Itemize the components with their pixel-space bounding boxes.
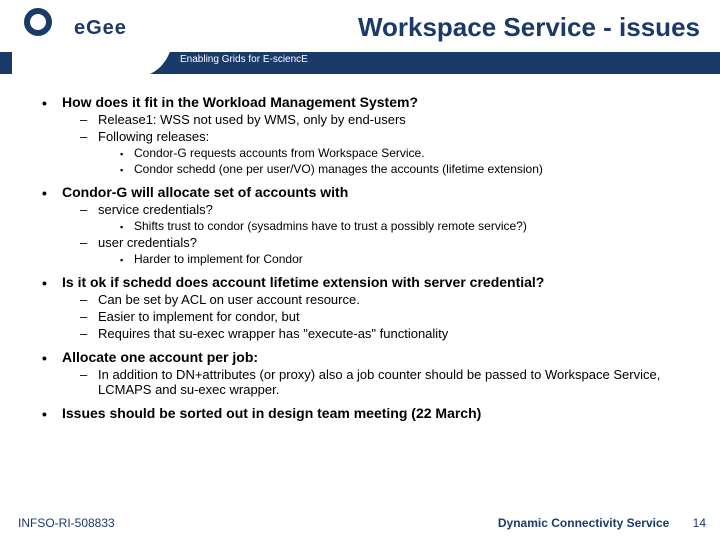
bullet-2: Condor-G will allocate set of accounts w… [42, 184, 702, 266]
bullet-2-1: service credentials? Shifts trust to con… [80, 202, 702, 233]
bullet-2-1-a: Shifts trust to condor (sysadmins have t… [120, 219, 702, 233]
bullet-4: Allocate one account per job: In additio… [42, 349, 702, 397]
bullet-2-2-a: Harder to implement for Condor [120, 252, 702, 266]
bullet-3-text: Is it ok if schedd does account lifetime… [62, 274, 544, 290]
bullet-1-text: How does it fit in the Workload Manageme… [62, 94, 418, 110]
slide: Workspace Service - issues Enabling Grid… [0, 0, 720, 540]
logo-text: eGee [74, 17, 127, 40]
bullet-1-2-b: Condor schedd (one per user/VO) manages … [120, 162, 702, 176]
header: Workspace Service - issues Enabling Grid… [0, 0, 720, 78]
slide-title: Workspace Service - issues [358, 12, 700, 43]
tagline: Enabling Grids for E-sciencE [180, 54, 308, 65]
bullet-5: Issues should be sorted out in design te… [42, 405, 702, 421]
bullet-2-2: user credentials? Harder to implement fo… [80, 235, 702, 266]
bullet-1-2-a: Condor-G requests accounts from Workspac… [120, 146, 702, 160]
footer-left: INFSO-RI-508833 [18, 516, 115, 530]
logo-mark-icon [24, 6, 68, 50]
bullet-1: How does it fit in the Workload Manageme… [42, 94, 702, 176]
footer-right: Dynamic Connectivity Service [498, 516, 669, 530]
bullet-1-1: Release1: WSS not used by WMS, only by e… [80, 112, 702, 127]
bullet-2-text: Condor-G will allocate set of accounts w… [62, 184, 348, 200]
bullet-4-text: Allocate one account per job: [62, 349, 258, 365]
page-number: 14 [693, 516, 706, 530]
bullet-4-1: In addition to DN+attributes (or proxy) … [80, 367, 702, 397]
bullet-3-3: Requires that su-exec wrapper has "execu… [80, 326, 702, 341]
footer: INFSO-RI-508833 Dynamic Connectivity Ser… [18, 516, 706, 530]
logo: eGee [12, 0, 172, 78]
bullet-3-1: Can be set by ACL on user account resour… [80, 292, 702, 307]
bullet-1-2: Following releases: Condor-G requests ac… [80, 129, 702, 176]
bullet-3: Is it ok if schedd does account lifetime… [42, 274, 702, 341]
bullet-3-2: Easier to implement for condor, but [80, 309, 702, 324]
content: How does it fit in the Workload Manageme… [18, 86, 702, 506]
